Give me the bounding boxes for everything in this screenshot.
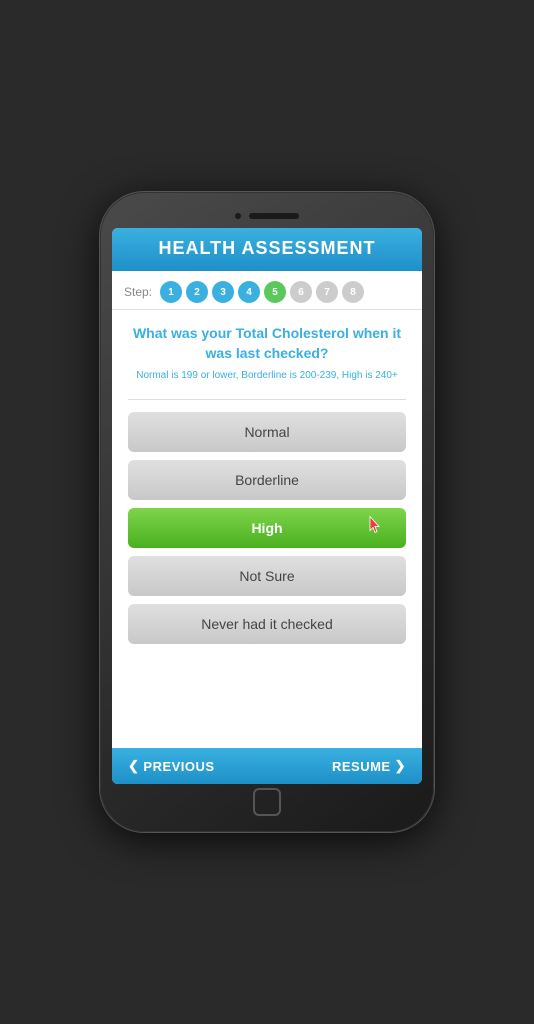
step-1[interactable]: 1	[160, 281, 182, 303]
phone-top-bar	[112, 204, 422, 228]
resume-button[interactable]: RESUME	[332, 758, 406, 774]
question-section: What was your Total Cholesterol when it …	[112, 310, 422, 391]
option-high[interactable]: High	[128, 508, 406, 548]
option-not-sure[interactable]: Not Sure	[128, 556, 406, 596]
step-7[interactable]: 7	[316, 281, 338, 303]
options-section: Normal Borderline High Not Sure	[112, 408, 422, 648]
app-header: HEALTH ASSESSMENT	[112, 228, 422, 271]
step-8[interactable]: 8	[342, 281, 364, 303]
cursor-icon	[364, 515, 386, 542]
header-title: HEALTH ASSESSMENT	[128, 238, 406, 259]
previous-button[interactable]: PREVIOUS	[128, 758, 215, 774]
question-text: What was your Total Cholesterol when it …	[128, 324, 406, 363]
steps-section: Step: 1 2 3 4 5 6 7 8	[112, 271, 422, 310]
previous-label: PREVIOUS	[143, 759, 214, 774]
step-2[interactable]: 2	[186, 281, 208, 303]
step-4[interactable]: 4	[238, 281, 260, 303]
step-6[interactable]: 6	[290, 281, 312, 303]
divider	[128, 399, 406, 400]
option-normal[interactable]: Normal	[128, 412, 406, 452]
content-area: Step: 1 2 3 4 5 6 7 8 What was your Tota…	[112, 271, 422, 748]
step-label: Step:	[124, 285, 152, 299]
option-borderline[interactable]: Borderline	[128, 460, 406, 500]
arrow-left-icon	[128, 758, 139, 774]
phone-frame: HEALTH ASSESSMENT Step: 1 2 3 4 5 6 7 8 …	[100, 192, 434, 832]
phone-screen: HEALTH ASSESSMENT Step: 1 2 3 4 5 6 7 8 …	[112, 228, 422, 784]
camera-dot	[235, 213, 241, 219]
step-5[interactable]: 5	[264, 281, 286, 303]
resume-label: RESUME	[332, 759, 391, 774]
arrow-right-icon	[395, 758, 406, 774]
question-hint: Normal is 199 or lower, Borderline is 20…	[128, 369, 406, 383]
speaker-grille	[249, 213, 299, 219]
option-never-checked[interactable]: Never had it checked	[128, 604, 406, 644]
home-button[interactable]	[253, 788, 281, 816]
footer: PREVIOUS RESUME	[112, 748, 422, 784]
step-3[interactable]: 3	[212, 281, 234, 303]
phone-bottom-bar	[112, 784, 422, 820]
